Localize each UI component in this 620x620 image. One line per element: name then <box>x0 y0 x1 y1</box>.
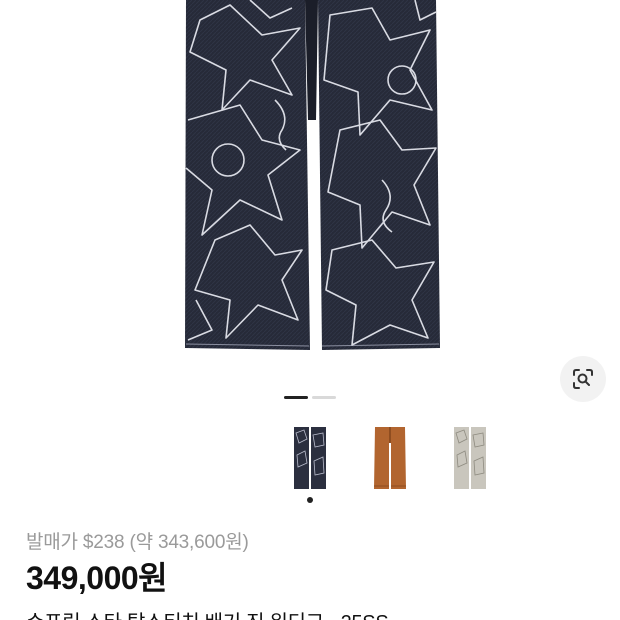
jeans-image <box>185 0 440 350</box>
selected-variant-indicator <box>307 497 313 503</box>
jeans-thumbnail-brown <box>374 427 406 489</box>
visual-search-button[interactable] <box>560 356 606 402</box>
variant-thumb-indigo[interactable] <box>270 418 350 498</box>
release-price: 발매가 $238 (약 343,600원) <box>26 532 249 553</box>
pager-indicator-active[interactable] <box>284 396 308 399</box>
jeans-thumbnail-indigo <box>294 427 326 489</box>
product-main-image[interactable] <box>0 0 620 390</box>
visual-search-icon <box>573 369 593 389</box>
image-pager <box>284 396 336 399</box>
current-price: 349,000원 <box>26 560 168 596</box>
variant-thumb-brown[interactable] <box>350 418 430 498</box>
variant-thumbnails <box>270 418 510 510</box>
jeans-thumbnail-washed <box>454 427 486 489</box>
variant-thumb-washed[interactable] <box>430 418 510 498</box>
pager-indicator[interactable] <box>312 396 336 399</box>
product-title[interactable]: 슈프림 스타 탑스티치 배기 진 워디고 - 25SS <box>26 606 389 620</box>
